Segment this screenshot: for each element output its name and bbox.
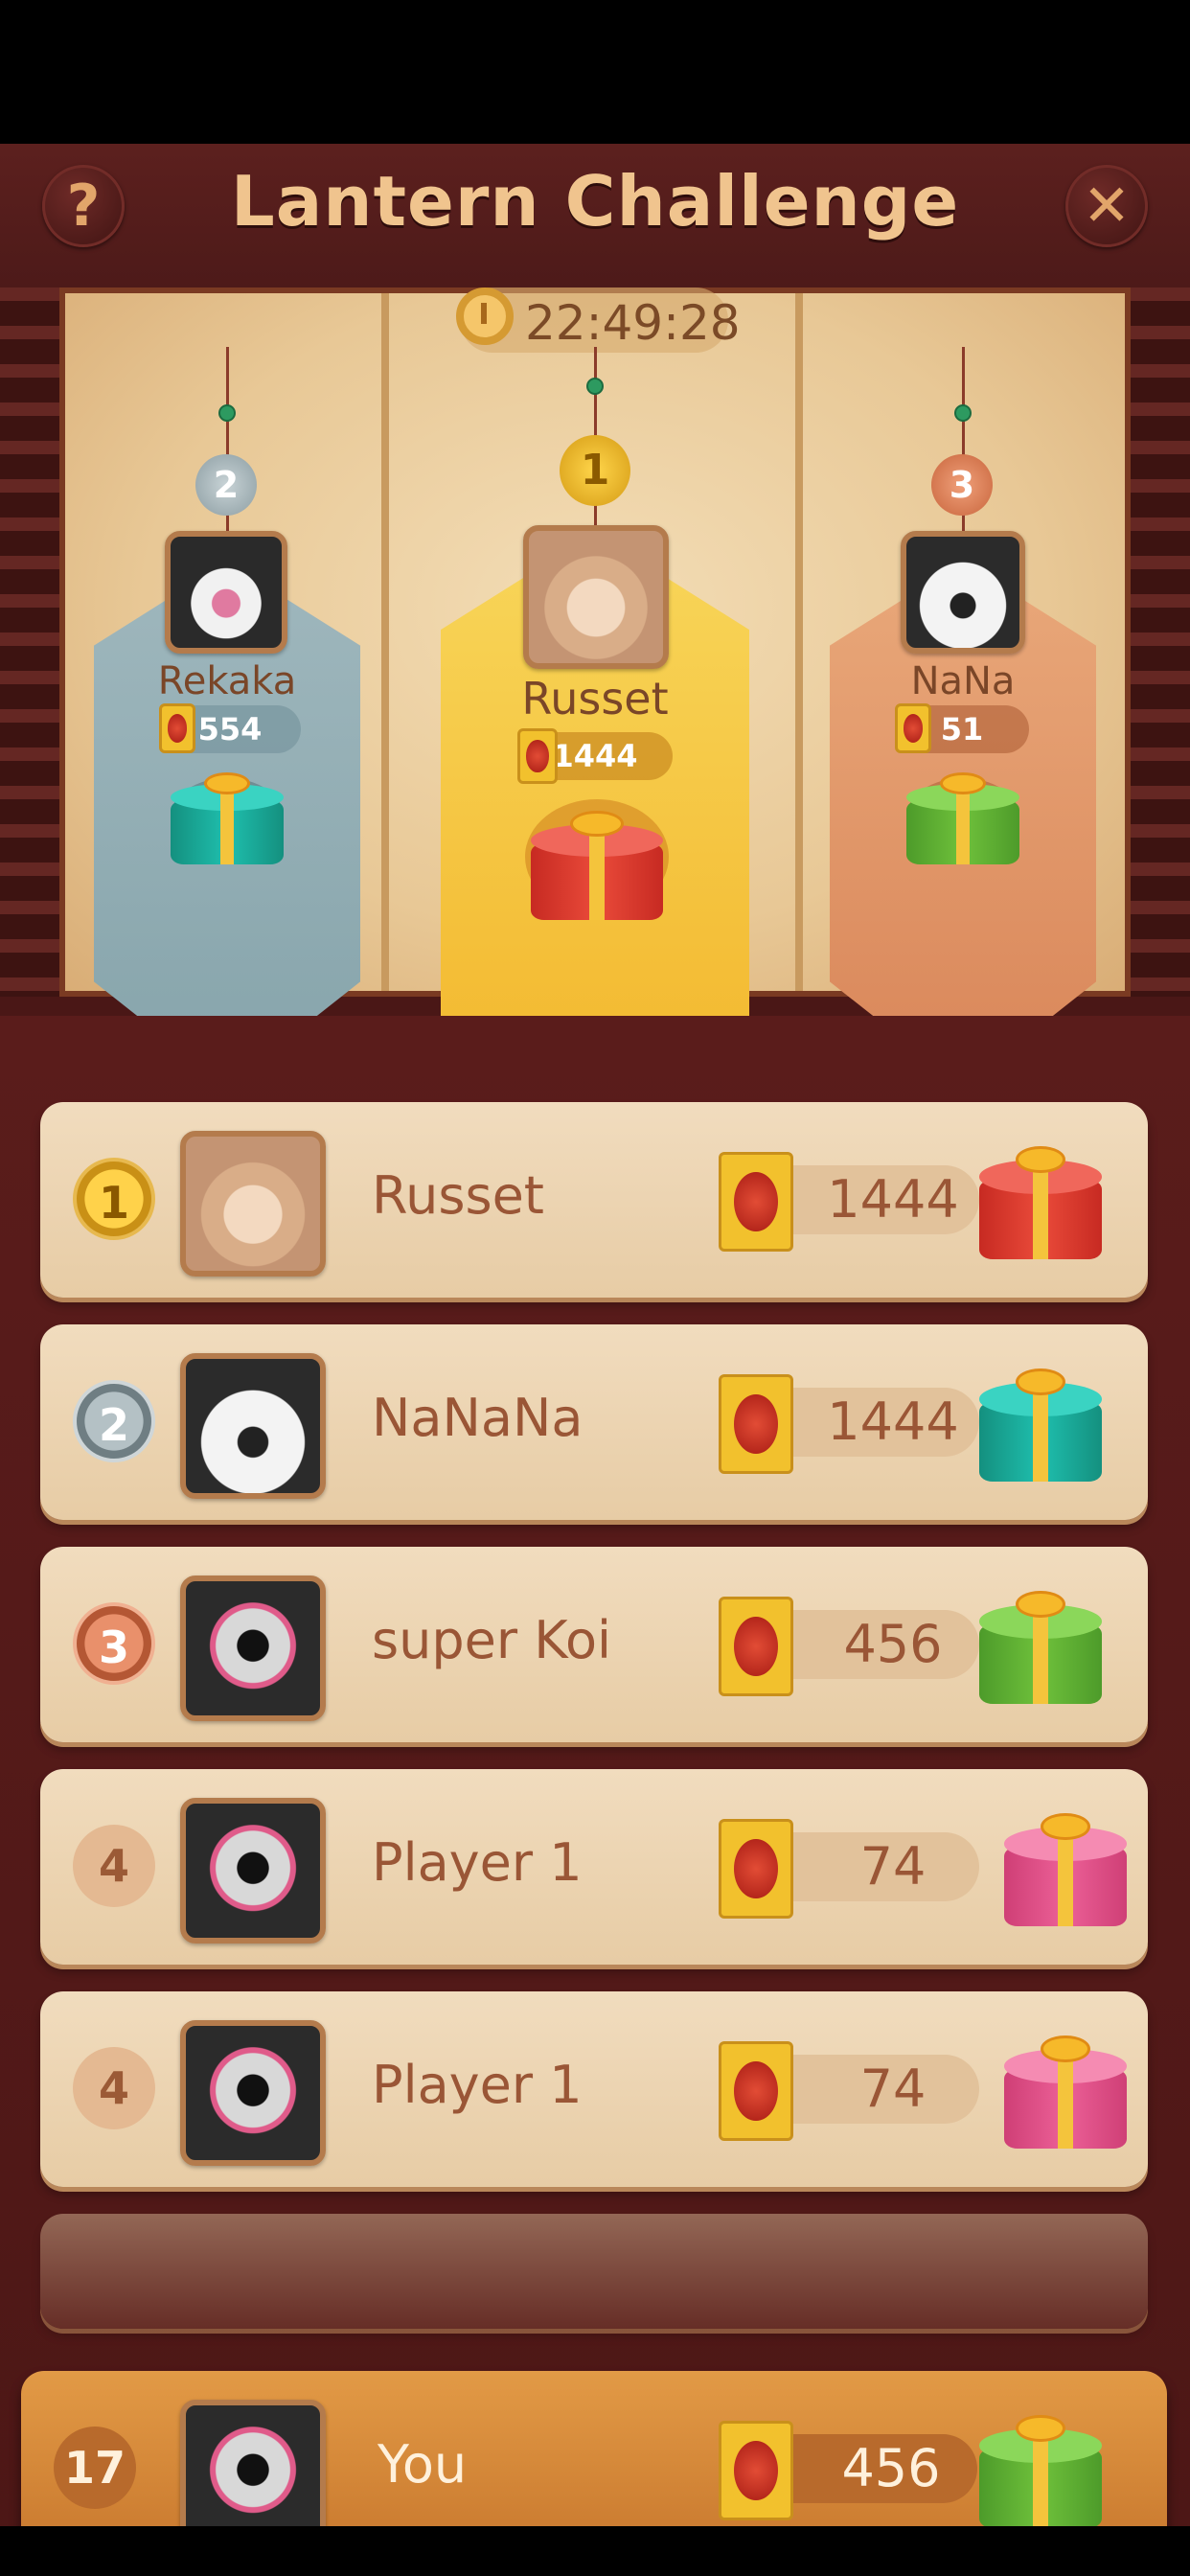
silver-medal-icon: 2 [73, 1380, 155, 1462]
header: ? Lantern Challenge ✕ [0, 144, 1190, 288]
close-button[interactable]: ✕ [1065, 165, 1148, 247]
silver-medal-icon: 2 [195, 454, 257, 516]
player-name: super Koi [372, 1610, 611, 1670]
leaderboard-row[interactable]: 2 NaNaNa 1444 [40, 1324, 1148, 1520]
avatar-nana[interactable] [901, 531, 1025, 654]
podium-name-second: Rekaka [157, 659, 297, 703]
leaderboard-row-faded [40, 2214, 1148, 2329]
gift-box-green-icon[interactable] [979, 2415, 1102, 2526]
gift-box-teal-icon[interactable] [171, 772, 284, 864]
lattice-decoration-left [0, 288, 59, 997]
avatar[interactable] [180, 1131, 326, 1276]
avatar[interactable] [180, 2020, 326, 2166]
rank-number: 4 [73, 1825, 155, 1907]
pillar-divider [381, 293, 389, 991]
avatar[interactable] [180, 1798, 326, 1944]
leaderboard-row[interactable]: 4 Player 1 74 [40, 1769, 1148, 1965]
player-name: Russet [372, 1165, 544, 1226]
gold-medal-icon: 1 [560, 435, 630, 506]
player-name: You [378, 2434, 468, 2495]
close-icon: ✕ [1082, 172, 1132, 240]
lantern-icon [517, 728, 558, 784]
leaderboard-row[interactable]: 3 super Koi 456 [40, 1547, 1148, 1742]
pillar-divider [795, 293, 803, 991]
lantern-icon [719, 1597, 793, 1696]
player-name: Player 1 [372, 2055, 583, 2115]
banner-bead [586, 378, 604, 395]
avatar[interactable] [180, 1576, 326, 1721]
lantern-icon [719, 1374, 793, 1474]
player-name: NaNaNa [372, 1388, 584, 1448]
player-name: Player 1 [372, 1832, 583, 1893]
leaderboard-row[interactable]: 1 Russet 1444 [40, 1102, 1148, 1298]
banner-bead [218, 404, 236, 422]
stopwatch-icon [456, 288, 514, 345]
lantern-icon [719, 1819, 793, 1919]
gift-box-green-icon[interactable] [906, 772, 1019, 864]
lantern-icon [719, 2421, 793, 2520]
gift-box-teal-icon[interactable] [979, 1368, 1102, 1482]
avatar[interactable] [180, 1353, 326, 1499]
gift-box-green-icon[interactable] [979, 1591, 1102, 1704]
lantern-icon [719, 1152, 793, 1252]
podium-name-third: NaNa [910, 659, 1016, 703]
avatar-rekaka[interactable] [165, 531, 287, 654]
gift-box-red-icon[interactable] [531, 811, 663, 920]
rank-number: 4 [73, 2047, 155, 2129]
gold-medal-icon: 1 [73, 1158, 155, 1240]
timer-text: 22:49:28 [525, 295, 741, 351]
gift-box-red-icon[interactable] [979, 1146, 1102, 1259]
page-title: Lantern Challenge [230, 161, 960, 242]
bronze-medal-icon: 3 [931, 454, 993, 516]
rank-number: 17 [54, 2426, 136, 2509]
leaderboard-row[interactable]: 4 Player 1 74 [40, 1991, 1148, 2187]
lantern-icon [159, 703, 195, 753]
status-bar-area [0, 0, 1190, 144]
lantern-icon [719, 2041, 793, 2141]
podium-name-first: Russet [521, 673, 669, 724]
my-rank-row[interactable]: 17 You 456 [21, 2371, 1167, 2526]
banner-bead [954, 404, 972, 422]
gift-box-pink-icon[interactable] [1004, 1813, 1127, 1926]
lantern-icon [895, 703, 931, 753]
lattice-decoration-right [1131, 288, 1190, 997]
countdown-timer: 22:49:28 [456, 288, 741, 353]
leaderboard-list[interactable]: 1 Russet 1444 2 NaNaNa 1444 3 super Koi … [0, 1016, 1190, 2526]
lantern-challenge-screen: ? Lantern Challenge ✕ 22:49:28 2 Rekaka … [0, 144, 1190, 2526]
bronze-medal-icon: 3 [73, 1602, 155, 1685]
my-avatar[interactable] [180, 2400, 326, 2526]
gift-box-pink-icon[interactable] [1004, 2036, 1127, 2149]
avatar-russet[interactable] [523, 525, 669, 669]
home-indicator-area [0, 2526, 1190, 2576]
